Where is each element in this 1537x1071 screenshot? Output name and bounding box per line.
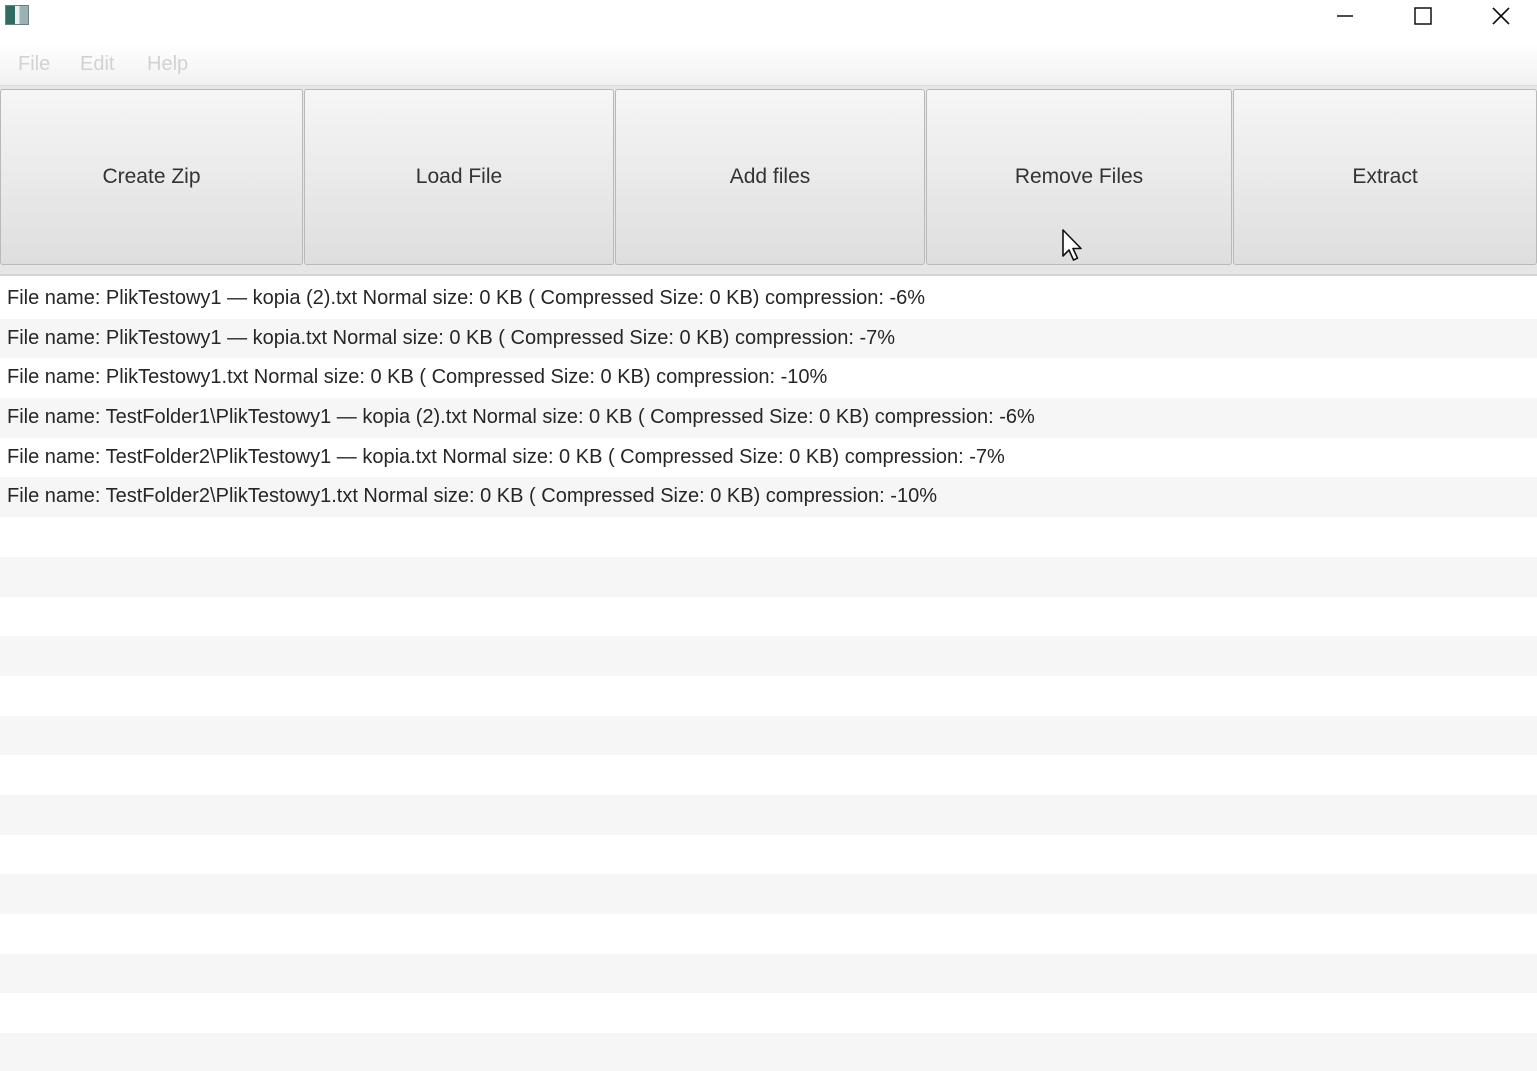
list-item[interactable]: File name: PlikTestowy1 — kopia.txt Norm… xyxy=(0,318,1537,359)
app-window: File Edit Help Create Zip Load File Add … xyxy=(0,0,1537,1071)
minimize-button[interactable] xyxy=(1306,0,1384,32)
empty-list-row xyxy=(0,874,1537,914)
app-window-icon xyxy=(5,5,29,25)
menu-help[interactable]: Help xyxy=(147,53,188,76)
remove-files-button[interactable]: Remove Files xyxy=(926,89,1232,265)
menu-file[interactable]: File xyxy=(18,53,50,76)
create-zip-button[interactable]: Create Zip xyxy=(0,89,303,265)
empty-list-row xyxy=(0,834,1537,875)
empty-list-row xyxy=(0,914,1537,954)
menu-bar: File Edit Help xyxy=(0,44,1537,86)
empty-list-row xyxy=(0,675,1537,716)
close-button[interactable] xyxy=(1462,0,1537,32)
menu-edit[interactable]: Edit xyxy=(80,53,114,76)
list-item[interactable]: File name: TestFolder1\PlikTestowy1 — ko… xyxy=(0,398,1537,438)
empty-list-row xyxy=(0,794,1537,835)
maximize-icon xyxy=(1414,7,1432,25)
empty-list-row xyxy=(0,715,1537,756)
list-item[interactable]: File name: PlikTestowy1.txt Normal size:… xyxy=(0,358,1537,399)
list-item[interactable]: File name: PlikTestowy1 — kopia (2).txt … xyxy=(0,279,1537,319)
load-file-button[interactable]: Load File xyxy=(304,89,614,265)
empty-list-row xyxy=(0,596,1537,637)
empty-list-row xyxy=(0,1033,1537,1071)
list-item[interactable]: File name: TestFolder2\PlikTestowy1 — ko… xyxy=(0,437,1537,478)
empty-list-row xyxy=(0,755,1537,795)
list-item[interactable]: File name: TestFolder2\PlikTestowy1.txt … xyxy=(0,477,1537,518)
empty-list-row xyxy=(0,636,1537,676)
close-icon xyxy=(1492,7,1510,25)
toolbar: Create Zip Load File Add files Remove Fi… xyxy=(0,86,1537,276)
title-bar[interactable] xyxy=(0,0,1537,44)
minimize-icon xyxy=(1337,15,1353,17)
empty-list-row xyxy=(0,993,1537,1034)
add-files-button[interactable]: Add files xyxy=(615,89,925,265)
file-list[interactable]: File name: PlikTestowy1 — kopia (2).txt … xyxy=(0,279,1537,1071)
empty-list-row xyxy=(0,953,1537,994)
empty-list-row xyxy=(0,556,1537,597)
maximize-button[interactable] xyxy=(1384,0,1462,32)
extract-button[interactable]: Extract xyxy=(1233,89,1537,265)
empty-list-row xyxy=(0,517,1537,557)
